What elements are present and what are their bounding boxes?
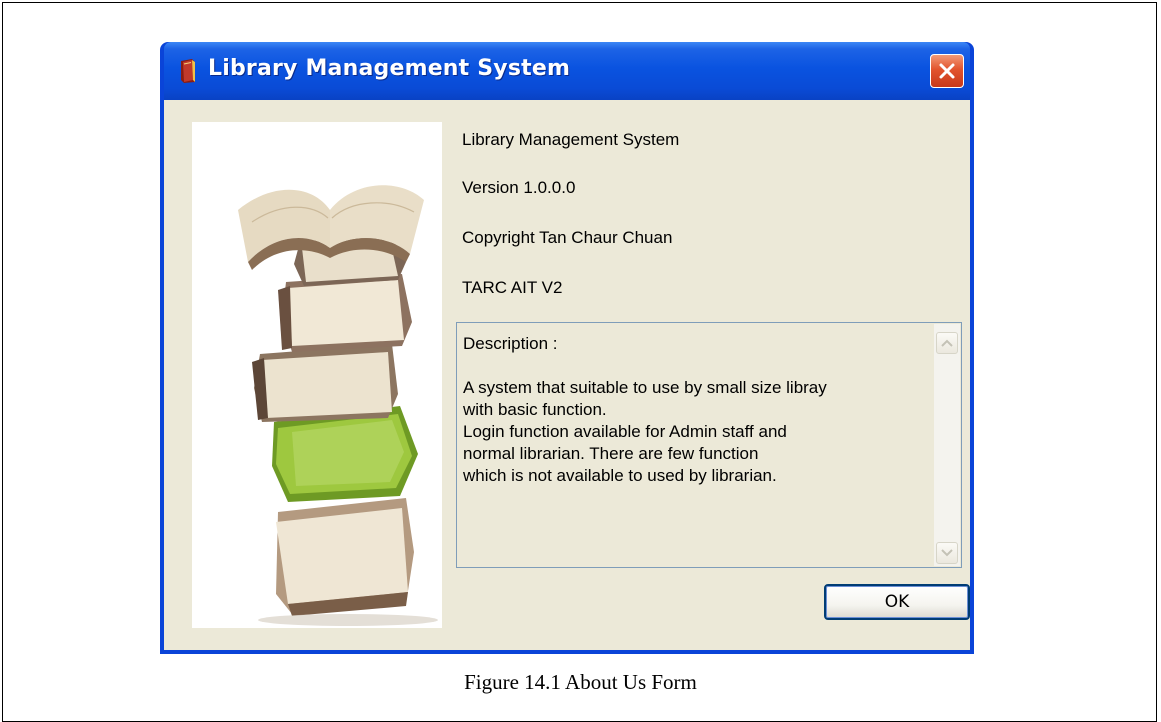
close-x-icon <box>939 63 955 79</box>
company-label: TARC AIT V2 <box>462 278 563 297</box>
scroll-up-button[interactable] <box>936 332 958 354</box>
book-app-icon <box>181 59 195 83</box>
chevron-down-icon <box>941 549 953 557</box>
logo-picture-box <box>192 122 442 628</box>
scroll-down-button[interactable] <box>936 542 958 564</box>
product-name-label: Library Management System <box>462 130 680 149</box>
version-label: Version 1.0.0.0 <box>462 178 576 197</box>
about-dialog-window: Library Management System Library Manage… <box>160 42 974 654</box>
figure-caption: Figure 14.1 About Us Form <box>464 670 697 694</box>
ok-button[interactable]: OK <box>824 584 970 620</box>
vertical-scrollbar[interactable] <box>934 324 960 566</box>
window-title: Library Management System <box>208 56 571 81</box>
description-textbox[interactable]: Description : A system that suitable to … <box>456 322 962 568</box>
copyright-label: Copyright Tan Chaur Chuan <box>462 228 673 247</box>
dialog-client-area: Library Management System Version 1.0.0.… <box>164 100 970 650</box>
title-bar[interactable]: Library Management System <box>164 42 970 100</box>
close-button[interactable] <box>930 54 964 88</box>
description-text: Description : A system that suitable to … <box>463 334 827 485</box>
chevron-up-icon <box>941 339 953 347</box>
stacked-books-image <box>238 185 438 626</box>
